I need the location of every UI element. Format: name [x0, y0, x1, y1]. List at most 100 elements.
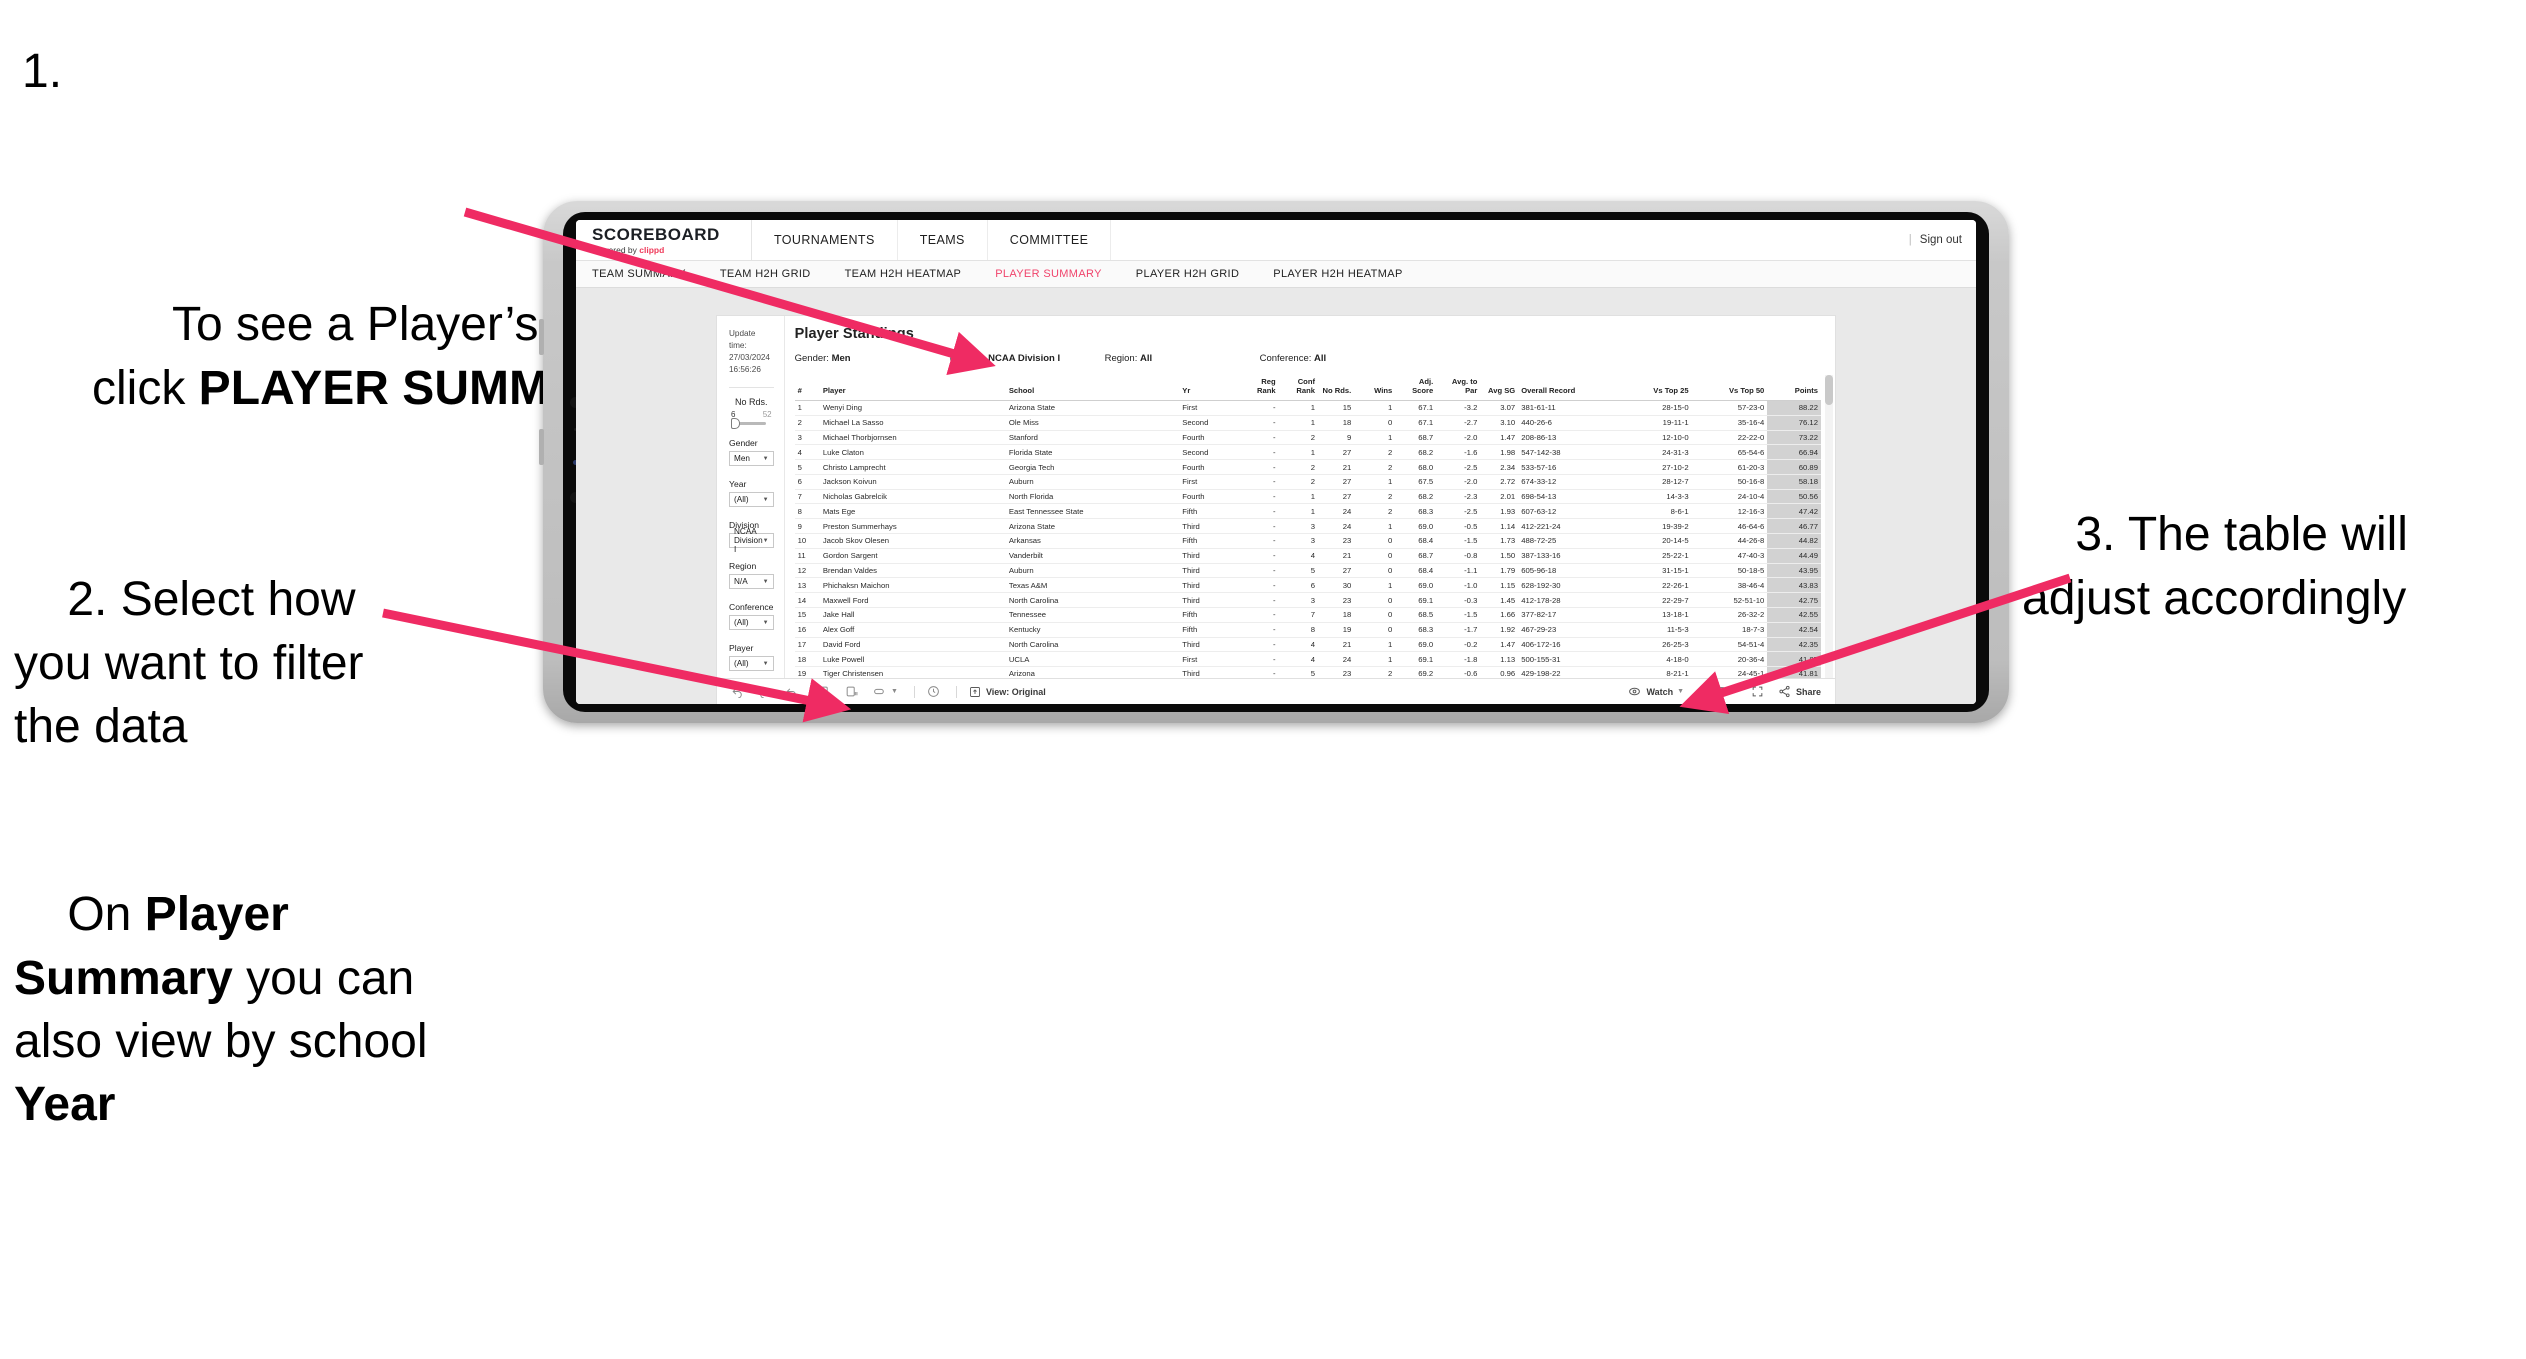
table-row[interactable]: 3 Michael Thorbjornsen Stanford Fourth -2 9 1 6… — [794, 430, 1821, 446]
table-cell: 3 — [1278, 533, 1318, 549]
no-rounds-slider-handle[interactable] — [731, 418, 740, 429]
table-row[interactable]: 5 Christo Lamprecht Georgia Tech Fourth -2 21… — [794, 459, 1821, 475]
filter-year-select[interactable]: (All) ▼ — [729, 492, 774, 508]
pause-icon[interactable] — [845, 685, 858, 698]
table-row[interactable]: 10 Jacob Skov Olesen Arkansas Fifth -3 23 0 68.… — [794, 533, 1821, 549]
col-header-avg-sg[interactable]: Avg SG — [1480, 375, 1519, 401]
tab-team-h2h-grid[interactable]: TEAM H2H GRID — [720, 268, 829, 280]
table-cell: - — [1242, 577, 1279, 594]
tab-team-summary[interactable]: TEAM SUMMARY — [592, 268, 704, 280]
brand-title: SCOREBOARD — [592, 224, 720, 244]
table-row[interactable]: 19 Tiger Christensen Arizona Third -5 23 2 69.2… — [794, 666, 1821, 678]
table-row[interactable]: 9 Preston Summerhays Arizona State Third -3 2… — [794, 518, 1821, 535]
tab-player-h2h-grid[interactable]: PLAYER H2H GRID — [1136, 268, 1257, 280]
app-logo[interactable]: SCOREBOARD Powered by clippd — [576, 220, 752, 260]
sign-out-link[interactable]: Sign out — [1920, 234, 1962, 246]
filter-conference-select[interactable]: (All) ▼ — [729, 615, 774, 631]
report-sheet: Update time: 27/03/2024 16:56:26 No Rds.… — [717, 316, 1835, 704]
scoreboard-app: SCOREBOARD Powered by clippd TOURNAMENTS… — [576, 220, 1976, 704]
fullscreen-icon[interactable] — [1751, 685, 1764, 698]
table-cell: David Ford — [819, 637, 1006, 653]
table-cell: 41.81 — [1767, 666, 1821, 678]
table-row[interactable]: 2 Michael La Sasso Ole Miss Second -1 18 0 67.1… — [794, 415, 1821, 431]
table-cell: 1.73 — [1480, 533, 1519, 549]
filter-region-select[interactable]: N/A ▼ — [729, 574, 774, 590]
revert-icon[interactable] — [785, 685, 798, 698]
table-cell: - — [1242, 444, 1279, 461]
table-row[interactable]: 1 Wenyi Ding Arizona State First -1 15 1 67.1 -3… — [794, 400, 1821, 416]
share-button[interactable]: Share — [1778, 685, 1821, 698]
table-row[interactable]: 8 Mats Ege East Tennessee State Fifth -1 24 2 6… — [794, 503, 1821, 520]
table-row[interactable]: 4 Luke Claton Florida State Second -1 27 2 68.2… — [794, 444, 1821, 461]
clock-icon[interactable] — [927, 685, 940, 698]
table-row[interactable]: 13 Phichaksn Maichon Texas A&M Third -6 30 1 69… — [794, 577, 1821, 594]
table-cell: 547-142-38 — [1518, 444, 1616, 461]
table-row[interactable]: 6 Jackson Koivun Auburn First -2 27 1 67.5 -2.0 2… — [794, 474, 1821, 490]
table-row[interactable]: 18 Luke Powell UCLA First -4 24 1 69.1 -1.8 1.13 5… — [794, 651, 1821, 668]
tab-player-summary[interactable]: PLAYER SUMMARY — [995, 268, 1120, 280]
table-cell: 3.07 — [1480, 400, 1519, 416]
table-cell: - — [1242, 503, 1279, 520]
table-cell: Georgia Tech — [1005, 459, 1180, 475]
col-header-reg-rank[interactable]: Reg Rank — [1242, 375, 1279, 401]
filter-division-select[interactable]: NCAA Division I ▼ — [729, 527, 774, 554]
download-icon[interactable]: ▼ — [1713, 685, 1737, 698]
col-header-points[interactable]: Points — [1767, 375, 1821, 401]
col-header-conf-rank[interactable]: Conf Rank — [1278, 375, 1318, 401]
redo-icon[interactable] — [758, 685, 771, 698]
tab-player-h2h-heatmap[interactable]: PLAYER H2H HEATMAP — [1273, 268, 1420, 280]
table-row[interactable]: 14 Maxwell Ford North Carolina Third -3 23 0 69… — [794, 592, 1821, 608]
filter-player-select[interactable]: (All) ▼ — [729, 656, 774, 672]
table-cell: - — [1242, 666, 1279, 678]
table-cell: 18 — [1318, 415, 1355, 431]
table-row[interactable]: 17 David Ford North Carolina Third -4 21 1 69.0… — [794, 637, 1821, 653]
table-cell: 406-172-16 — [1518, 637, 1616, 653]
table-cell: 68.7 — [1395, 548, 1437, 564]
table-cell: 8-6-1 — [1615, 503, 1692, 520]
table-cell: 57-23-0 — [1691, 400, 1768, 416]
highlight-icon[interactable]: ▼ — [872, 685, 898, 698]
table-row[interactable]: 16 Alex Goff Kentucky Fifth -8 19 0 68.3 -1.7 1.9… — [794, 622, 1821, 638]
col-header-yr[interactable]: Yr — [1179, 375, 1243, 401]
col-header-wins[interactable]: Wins — [1354, 375, 1396, 401]
table-cell: 533-57-16 — [1518, 459, 1616, 475]
table-scrollbar-thumb[interactable] — [1824, 375, 1833, 405]
col-header-vs-top-25[interactable]: Vs Top 25 — [1615, 375, 1692, 401]
col-header-vs-top-50[interactable]: Vs Top 50 — [1691, 375, 1768, 401]
table-cell: 43.83 — [1767, 577, 1821, 594]
filter-player-label: Player — [729, 643, 754, 654]
nav-item-teams[interactable]: TEAMS — [898, 220, 988, 260]
tab-team-h2h-heatmap[interactable]: TEAM H2H HEATMAP — [845, 268, 980, 280]
table-cell: 22-22-0 — [1691, 430, 1768, 446]
table-cell: Michael La Sasso — [819, 415, 1006, 431]
table-cell: First — [1179, 400, 1243, 416]
col-header-school[interactable]: School — [1005, 375, 1180, 401]
col-header-adj-score[interactable]: Adj. Score — [1395, 375, 1437, 401]
col-header-avg-to-par[interactable]: Avg. to Par — [1436, 375, 1481, 401]
view-original-button[interactable]: View: Original — [969, 686, 1046, 698]
filter-no-rounds[interactable]: No Rds. 6 52 — [729, 397, 774, 429]
watch-button[interactable]: Watch ▼ — [1628, 685, 1684, 698]
table-row[interactable]: 7 Nicholas Gabrelcik North Florida Fourth -1… — [794, 489, 1821, 505]
table-cell: 0 — [1354, 592, 1396, 608]
col-header-rank[interactable]: # — [794, 375, 820, 401]
undo-icon[interactable] — [731, 685, 744, 698]
table-cell: 15 — [1318, 400, 1355, 416]
nav-item-committee[interactable]: COMMITTEE — [988, 220, 1112, 260]
no-rounds-slider-track[interactable] — [731, 418, 766, 429]
table-cell: 41.87 — [1767, 651, 1821, 668]
col-header-overall-record[interactable]: Overall Record — [1518, 375, 1616, 401]
table-cell: 1.45 — [1480, 592, 1519, 608]
table-cell: 18 — [1318, 607, 1355, 623]
col-header-no-rds[interactable]: No Rds. — [1318, 375, 1355, 401]
filter-gender-select[interactable]: Men ▼ — [729, 451, 774, 467]
col-header-player[interactable]: Player — [819, 375, 1006, 401]
nav-item-tournaments[interactable]: TOURNAMENTS — [752, 220, 898, 260]
table-row[interactable]: 15 Jake Hall Tennessee Fifth -7 18 0 68.5 -1.5 1.… — [794, 607, 1821, 623]
table-cell: 2 — [1278, 459, 1318, 475]
table-scrollbar[interactable] — [1824, 375, 1833, 678]
table-row[interactable]: 11 Gordon Sargent Vanderbilt Third -4 21 0 68.7… — [794, 548, 1821, 564]
table-row[interactable]: 12 Brendan Valdes Auburn Third -5 27 0 68.4 -1.1… — [794, 563, 1821, 579]
refresh-icon[interactable] — [818, 685, 831, 698]
table-cell: 42.75 — [1767, 592, 1821, 608]
